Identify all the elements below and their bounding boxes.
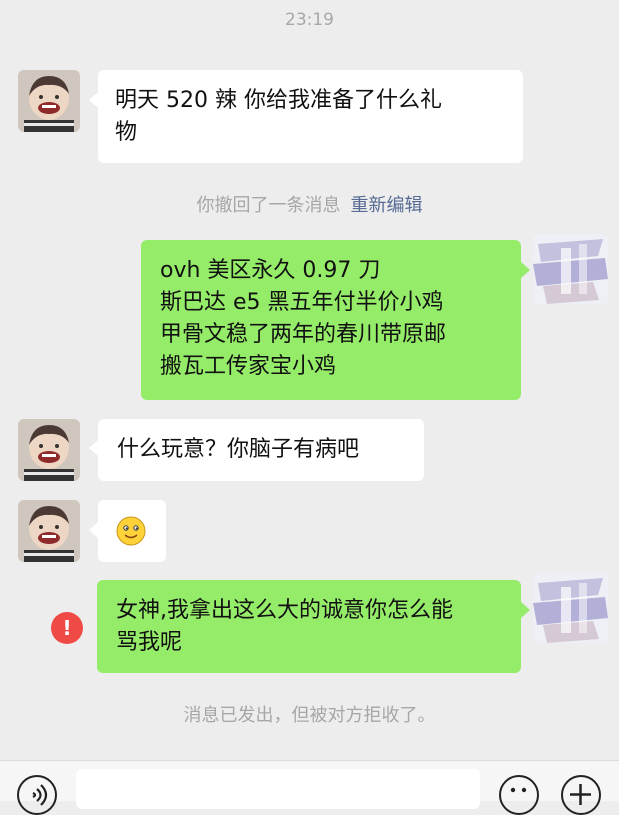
message-bubble-incoming[interactable]: 明天 520 辣 你给我准备了什么礼 物 bbox=[98, 70, 523, 163]
message-bubble-incoming[interactable]: 什么玩意？你脑子有病吧 bbox=[98, 419, 424, 481]
send-failed-icon[interactable]: ! bbox=[51, 612, 83, 644]
message-text: 搬瓦工传家宝小鸡 bbox=[160, 354, 337, 379]
voice-icon[interactable] bbox=[17, 775, 57, 815]
contact-avatar[interactable] bbox=[18, 419, 80, 481]
message-bubble-outgoing[interactable]: 女神,我拿出这么大的诚意你怎么能 骂我呢 bbox=[97, 580, 521, 673]
message-text: 女神,我拿出这么大的诚意你怎么能 bbox=[116, 598, 453, 623]
recall-notice: 你撤回了一条消息 重新编辑 bbox=[0, 191, 619, 217]
rejected-notice: 消息已发出，但被对方拒收了。 bbox=[183, 705, 436, 726]
bubble-tail bbox=[89, 440, 98, 456]
message-input[interactable] bbox=[76, 769, 480, 809]
bubble-tail bbox=[521, 602, 530, 618]
self-avatar[interactable] bbox=[533, 234, 608, 304]
smile-emoji-icon bbox=[116, 516, 146, 546]
message-text: 斯巴达 e5 黑五年付半价小鸡 bbox=[160, 290, 444, 315]
message-bubble-outgoing[interactable]: ovh 美区永久 0.97 刀 斯巴达 e5 黑五年付半价小鸡 甲骨文稳了两年的… bbox=[141, 240, 521, 400]
emoji-icon[interactable] bbox=[499, 775, 539, 815]
recall-text: 你撤回了一条消息 bbox=[196, 195, 341, 216]
timestamp: 23:19 bbox=[285, 10, 334, 30]
message-text: 什么玩意？你脑子有病吧 bbox=[117, 437, 360, 462]
self-avatar[interactable] bbox=[533, 573, 608, 643]
bubble-tail bbox=[521, 262, 530, 278]
contact-avatar[interactable] bbox=[18, 70, 80, 132]
message-text: ovh 美区永久 0.97 刀 bbox=[160, 258, 381, 283]
message-text: 甲骨文稳了两年的春川带原邮 bbox=[160, 322, 447, 347]
message-text: 物 bbox=[115, 120, 138, 145]
message-text: 明天 520 辣 你给我准备了什么礼 bbox=[115, 88, 442, 113]
message-text: 骂我呢 bbox=[116, 630, 183, 655]
bubble-tail bbox=[89, 522, 98, 538]
chat-area[interactable]: 23:19 明天 520 辣 你给我准备了什么礼 物 你撤回了一条消息 重新编辑 … bbox=[0, 0, 619, 760]
contact-avatar[interactable] bbox=[18, 500, 80, 562]
reedit-link[interactable]: 重新编辑 bbox=[351, 195, 423, 216]
plus-icon[interactable] bbox=[561, 775, 601, 815]
bubble-tail bbox=[89, 92, 98, 108]
input-bar bbox=[0, 760, 619, 815]
message-bubble-incoming[interactable] bbox=[98, 500, 166, 562]
